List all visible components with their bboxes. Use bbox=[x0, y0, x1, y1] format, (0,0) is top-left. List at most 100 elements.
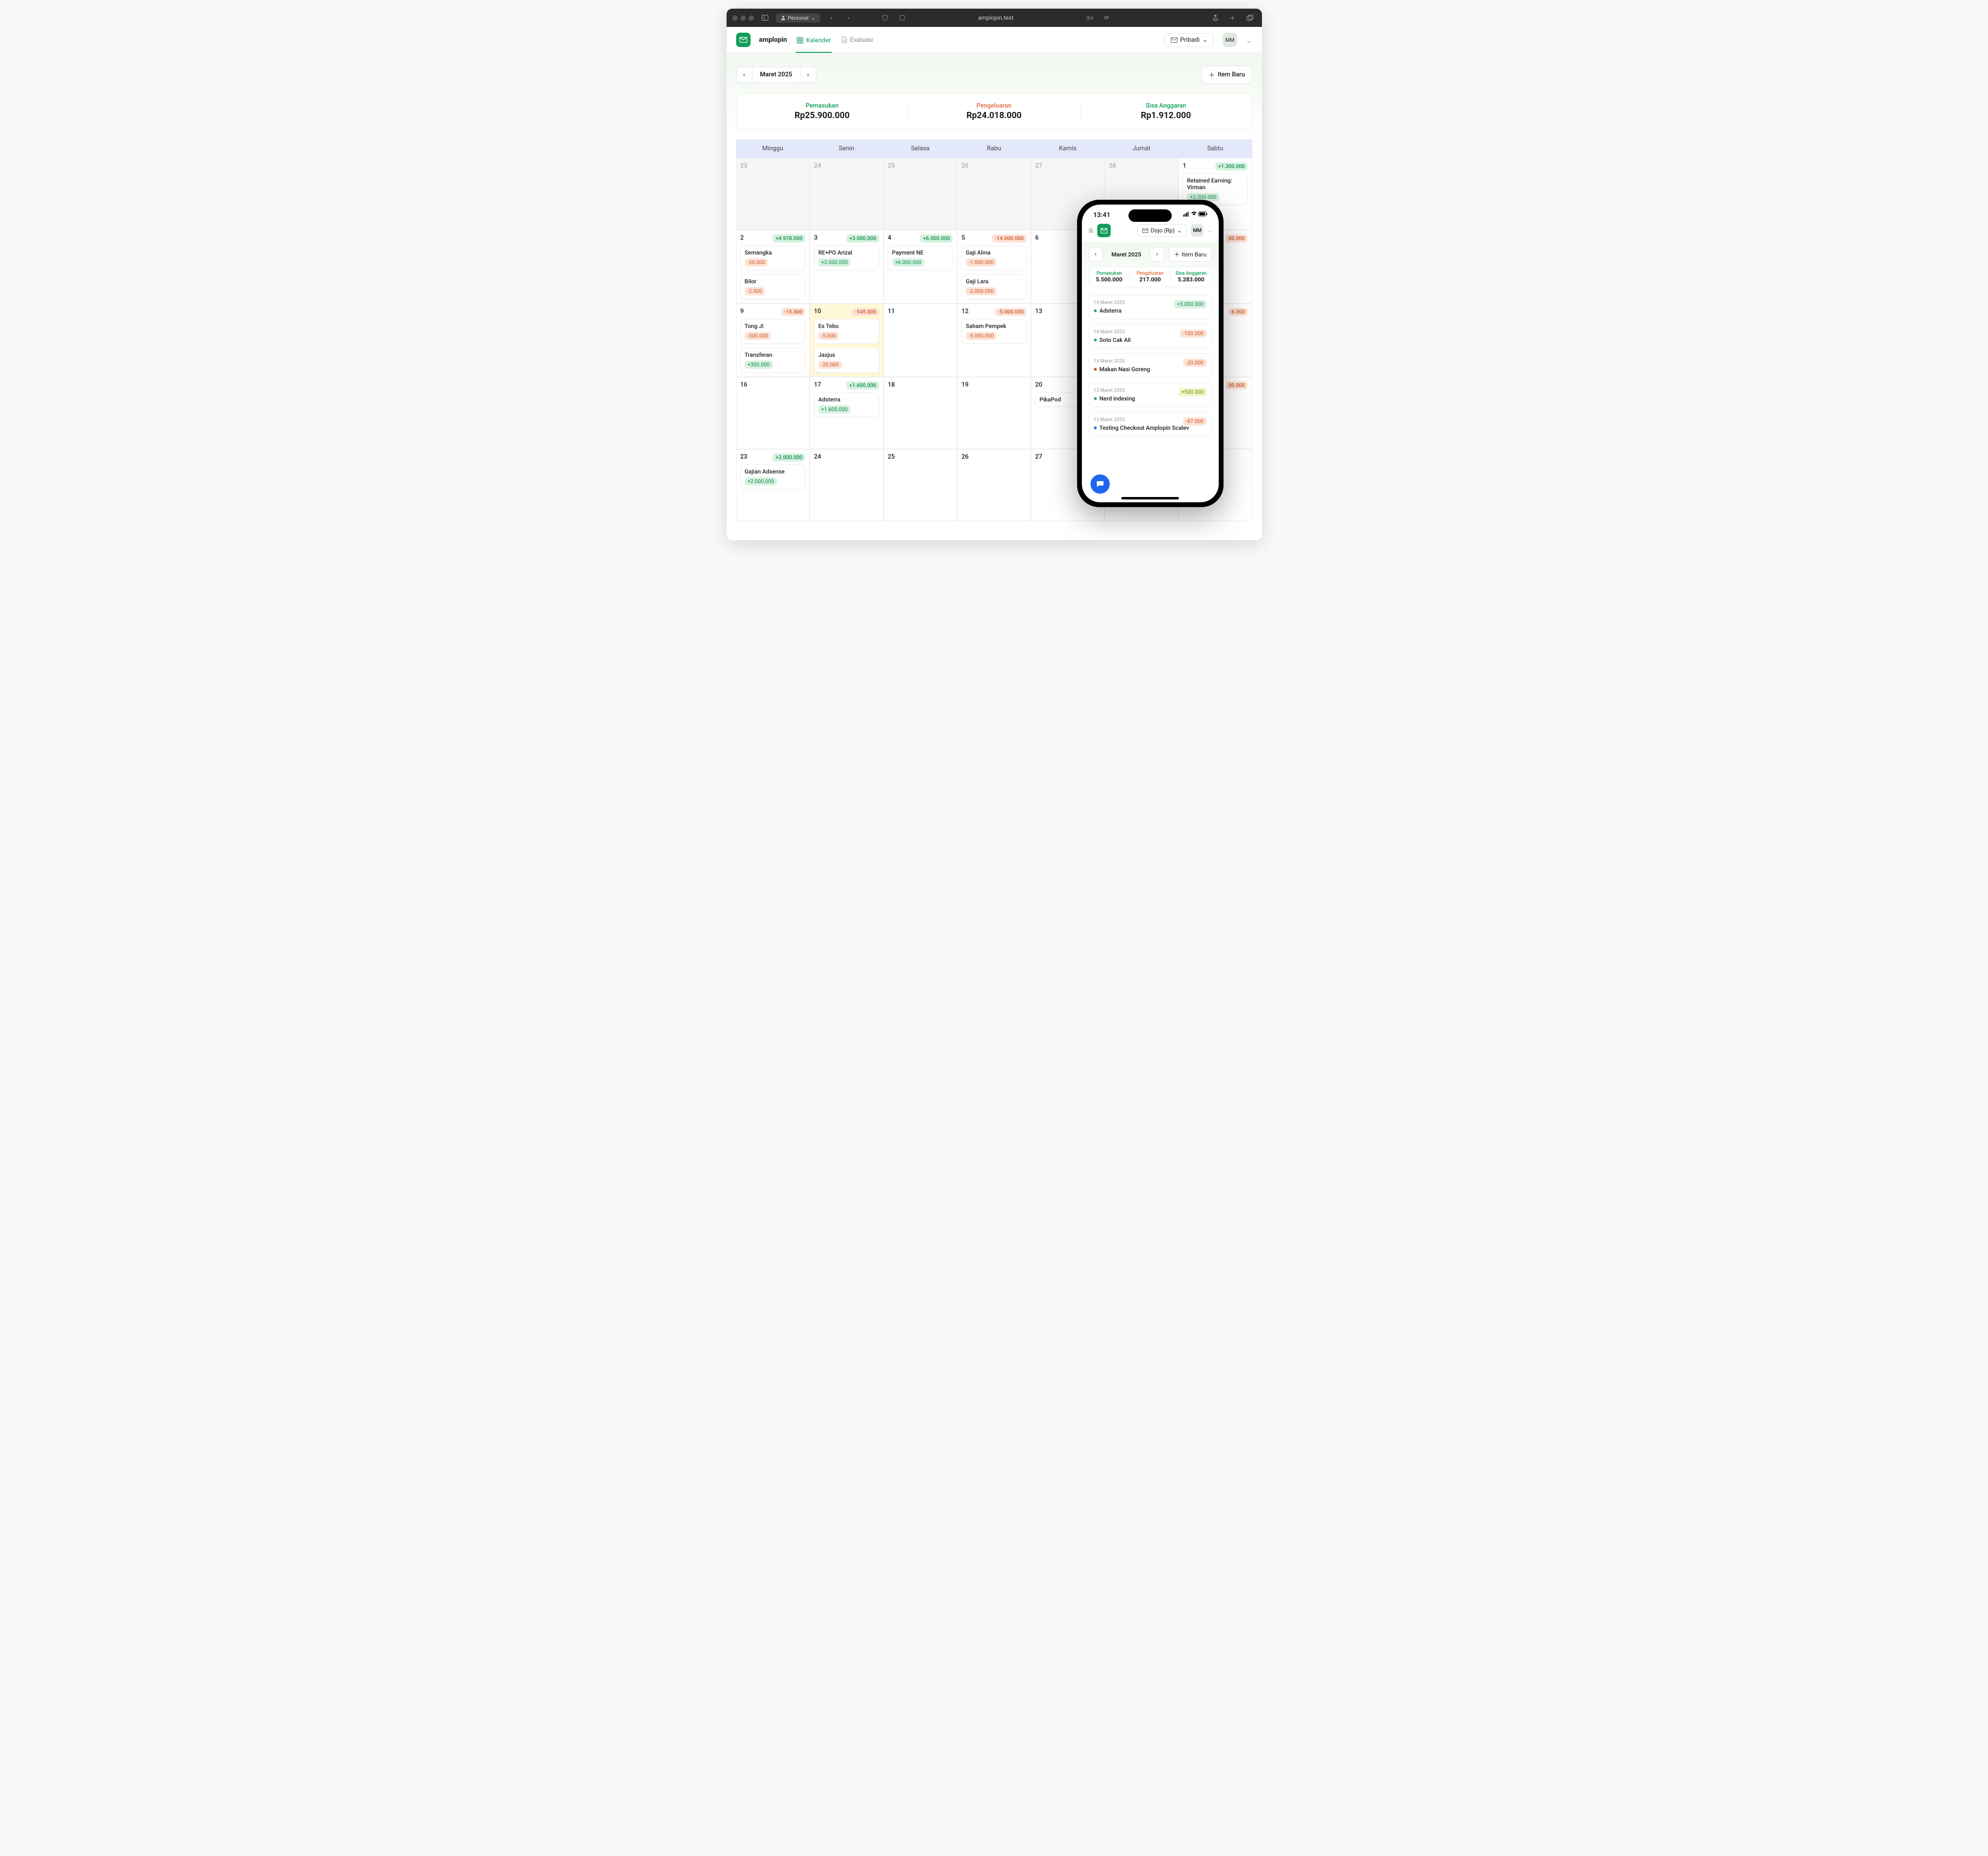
nav-calendar[interactable]: Kalender bbox=[796, 34, 832, 53]
calendar-entry[interactable]: Es Tebu-5.000 bbox=[814, 319, 879, 344]
calendar-cell[interactable]: 19 bbox=[957, 377, 1031, 449]
calendar-entry[interactable]: Jasjus-20.000 bbox=[814, 348, 879, 373]
calendar-cell-selected[interactable]: 10 -545.000 Es Tebu-5.000 Jasjus-20.000 bbox=[810, 303, 884, 377]
phone-month-label: Maret 2025 bbox=[1107, 247, 1146, 262]
calendar-cell[interactable]: 25 bbox=[884, 449, 958, 521]
day-number: 11 bbox=[888, 308, 895, 315]
nav-calendar-label: Kalender bbox=[806, 37, 831, 44]
calendar-entry[interactable]: Semangka-20.000 bbox=[740, 245, 806, 270]
chevron-down-icon[interactable]: ⌄ bbox=[1246, 36, 1252, 45]
share-icon[interactable] bbox=[1209, 12, 1222, 24]
calendar-cell[interactable]: 4 +6.000.000 Payment NE+6.000.000 bbox=[884, 230, 958, 303]
entry-amount: -20.000 bbox=[745, 258, 768, 267]
sidebar-toggle-icon[interactable] bbox=[759, 12, 771, 24]
prev-month-button[interactable]: ‹ bbox=[736, 67, 752, 83]
day-number: 25 bbox=[888, 162, 895, 170]
app-logo[interactable] bbox=[736, 33, 751, 47]
calendar-cell[interactable]: 5 -14.000.000 Gaji Alma-1.000.000 Gaji L… bbox=[957, 230, 1031, 303]
translate-icon[interactable]: 文A bbox=[1083, 12, 1096, 24]
day-number: 25 bbox=[888, 453, 895, 461]
calendar-cell[interactable]: 17 +1.600.000 Adsterra+1.600.000 bbox=[810, 377, 884, 449]
phone-out-value: 217.000 bbox=[1132, 276, 1168, 283]
calendar-cell[interactable]: 16 bbox=[736, 377, 810, 449]
chat-fab[interactable] bbox=[1091, 474, 1110, 494]
forward-button[interactable]: › bbox=[842, 12, 855, 24]
calendar-cell[interactable]: 24 bbox=[810, 158, 884, 230]
calendar-cell[interactable]: 23 +2.000.000 Gajian Adsense+2.000.000 bbox=[736, 449, 810, 521]
maximize-window-icon[interactable] bbox=[749, 15, 754, 21]
calendar-entry[interactable]: Transferan+300.000 bbox=[740, 348, 806, 373]
calendar-cell[interactable]: 11 bbox=[884, 303, 958, 377]
address-bar[interactable]: amplopin.test bbox=[913, 14, 1079, 21]
calendar-cell[interactable]: 9 -15.000 Tong Ji-300.000 Transferan+300… bbox=[736, 303, 810, 377]
weekday-label: Minggu bbox=[736, 139, 810, 158]
day-total-badge: +6.000.000 bbox=[920, 234, 953, 243]
calendar-cell[interactable]: 3 +3.000.000 RE+PO Arizal+3.000.000 bbox=[810, 230, 884, 303]
calendar-cell[interactable]: 24 bbox=[810, 449, 884, 521]
status-dot-icon bbox=[1094, 368, 1097, 371]
calendar-entry[interactable]: Gajian Adsense+2.000.000 bbox=[740, 464, 806, 489]
status-dot-icon bbox=[1094, 309, 1097, 312]
entry-title: Payment NE bbox=[892, 249, 949, 256]
nav-eval-label: Evaluasi bbox=[850, 36, 873, 44]
phone-logo[interactable] bbox=[1097, 224, 1111, 237]
calendar-entry[interactable]: Gaji Alma-1.000.000 bbox=[961, 245, 1027, 270]
entry-title: Gaji Lara bbox=[966, 278, 1022, 285]
phone-scope-selector[interactable]: Dojo (Rp) ⌄ bbox=[1137, 224, 1187, 237]
back-button[interactable]: ‹ bbox=[825, 12, 837, 24]
day-number: 2 bbox=[740, 234, 744, 242]
minimize-window-icon[interactable] bbox=[740, 15, 746, 21]
menu-icon[interactable]: ≡ bbox=[1089, 226, 1094, 236]
phone-transaction-card[interactable]: 14 Maret 2025 Soto Cak Ali -100.000 bbox=[1089, 324, 1212, 349]
day-total-badge: +3.000.000 bbox=[847, 234, 879, 243]
user-avatar[interactable]: MM bbox=[1223, 33, 1237, 47]
chevron-down-icon[interactable]: ⌄ bbox=[1207, 228, 1212, 234]
calendar-cell[interactable]: 2 +4.978.000 Semangka-20.000 Bilor-2.000 bbox=[736, 230, 810, 303]
tabs-icon[interactable] bbox=[1244, 12, 1256, 24]
phone-transaction-card[interactable]: 14 Maret 2025 Makan Nasi Goreng -20.000 bbox=[1089, 353, 1212, 378]
calendar-cell[interactable]: 23 bbox=[736, 158, 810, 230]
calendar-entry[interactable]: RE+PO Arizal+3.000.000 bbox=[814, 245, 879, 270]
phone-out-label: Pengeluaran bbox=[1132, 271, 1168, 276]
phone-transaction-card[interactable]: 13 Maret 2025 Testing Checkout Amplopin … bbox=[1089, 412, 1212, 437]
phone-new-item-button[interactable]: ＋Item Baru bbox=[1169, 247, 1212, 262]
grid-icon bbox=[797, 37, 803, 44]
calendar-cell[interactable]: 18 bbox=[884, 377, 958, 449]
reload-icon[interactable]: ⟳ bbox=[1101, 12, 1113, 24]
status-dot-icon bbox=[1094, 426, 1097, 429]
person-icon bbox=[781, 15, 786, 20]
scope-selector[interactable]: Pribadi ⌄ bbox=[1164, 33, 1214, 47]
new-tab-icon[interactable]: ＋ bbox=[1226, 12, 1239, 24]
calendar-entry[interactable]: Payment NE+6.000.000 bbox=[888, 245, 953, 270]
day-number: 3 bbox=[814, 234, 817, 242]
calendar-cell[interactable]: 26 bbox=[957, 449, 1031, 521]
close-window-icon[interactable] bbox=[732, 15, 738, 21]
site-settings-icon[interactable] bbox=[896, 12, 909, 24]
calendar-entry[interactable]: Saham Pempek-5.000.000 bbox=[961, 319, 1027, 344]
phone-avatar[interactable]: MM bbox=[1191, 224, 1203, 237]
calendar-cell[interactable]: 25 bbox=[884, 158, 958, 230]
chevron-down-icon: ⌄ bbox=[811, 15, 815, 21]
calendar-entry[interactable]: Tong Ji-300.000 bbox=[740, 319, 806, 344]
entry-title: Retained Earning: Virman bbox=[1187, 177, 1244, 191]
status-dot-icon bbox=[1094, 397, 1097, 400]
phone-next-month[interactable]: › bbox=[1150, 247, 1164, 262]
weekday-label: Kamis bbox=[1031, 139, 1105, 158]
phone-transaction-card[interactable]: 13 Maret 2025 Nerd indexing +500.000 bbox=[1089, 383, 1212, 407]
calendar-entry[interactable]: Adsterra+1.600.000 bbox=[814, 392, 879, 417]
weekday-label: Jumat bbox=[1104, 139, 1178, 158]
calendar-entry[interactable]: Bilor-2.000 bbox=[740, 274, 806, 299]
calendar-cell[interactable]: 12 -5.000.000 Saham Pempek-5.000.000 bbox=[957, 303, 1031, 377]
phone-prev-month[interactable]: ‹ bbox=[1089, 247, 1103, 262]
nav-evaluation[interactable]: Evaluasi bbox=[840, 34, 874, 47]
shield-icon[interactable] bbox=[879, 12, 891, 24]
new-item-button[interactable]: ＋ Item Baru bbox=[1201, 66, 1252, 84]
calendar-entry[interactable]: Gaji Lara-2.000.000 bbox=[961, 274, 1027, 299]
stats-card: Pemasukan Rp25.900.000 Pengeluaran Rp24.… bbox=[736, 93, 1252, 130]
next-month-button[interactable]: › bbox=[800, 67, 816, 83]
stat-income-label: Pemasukan bbox=[737, 102, 908, 109]
plus-icon: ＋ bbox=[1174, 250, 1180, 258]
phone-transaction-card[interactable]: 14 Maret 2025 Adsterra +5.000.000 bbox=[1089, 295, 1212, 319]
calendar-cell[interactable]: 26 bbox=[957, 158, 1031, 230]
profile-switcher[interactable]: Personal ⌄ bbox=[776, 13, 820, 23]
